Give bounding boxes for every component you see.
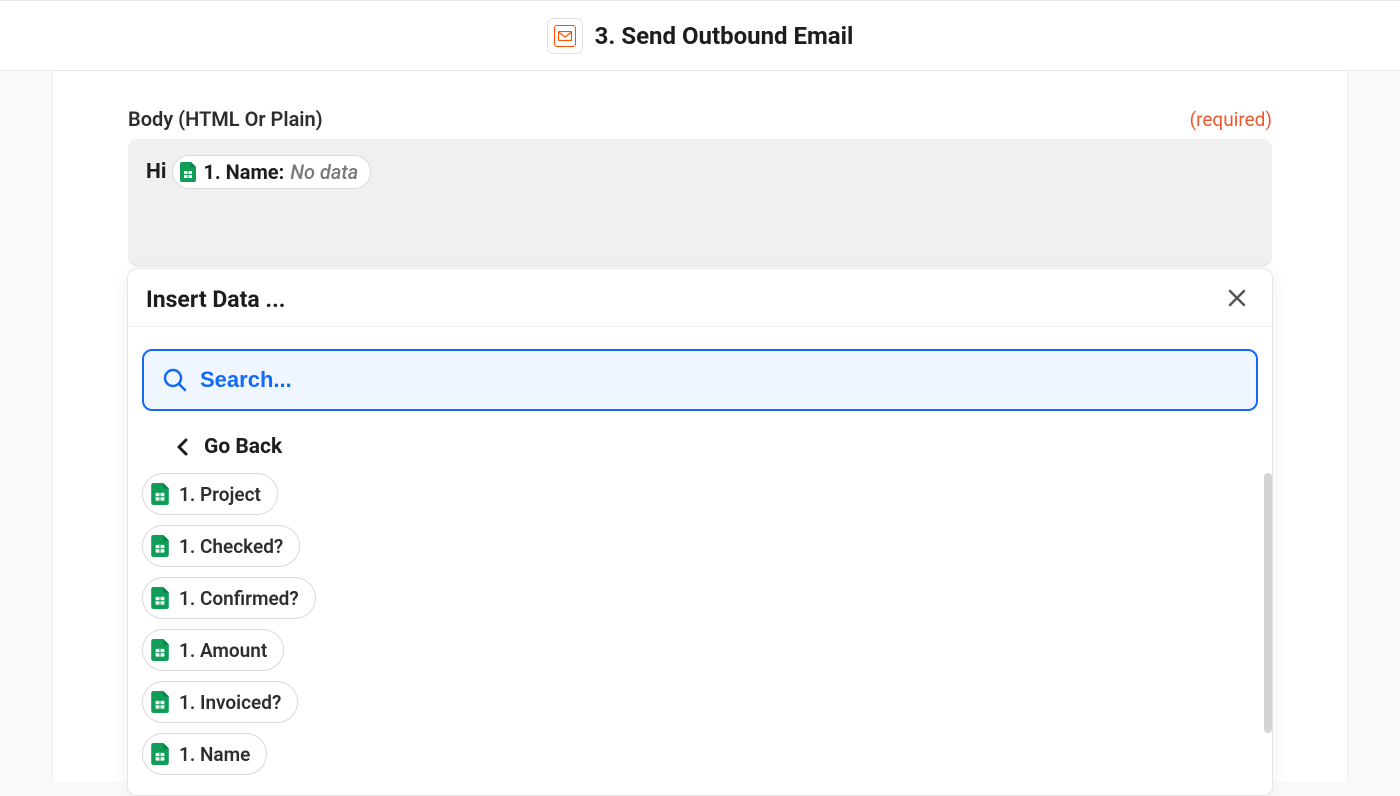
data-field-label: 1. Amount (179, 639, 267, 662)
sheets-icon (151, 743, 169, 765)
sheets-icon (151, 535, 169, 557)
field-header: Body (HTML Or Plain) (required) (128, 107, 1272, 131)
sheets-icon (151, 587, 169, 609)
go-back-button[interactable]: Go Back (128, 429, 1272, 473)
step-header: 3. Send Outbound Email (0, 0, 1400, 71)
data-field-item[interactable]: 1. Invoiced? (142, 681, 298, 723)
step-title: 3. Send Outbound Email (595, 22, 854, 50)
required-badge: (required) (1190, 108, 1272, 131)
data-field-item[interactable]: 1. Confirmed? (142, 577, 316, 619)
data-field-label: 1. Checked? (179, 535, 283, 558)
sheets-icon (179, 161, 197, 183)
search-input[interactable] (200, 367, 1238, 393)
data-field-item[interactable]: 1. Checked? (142, 525, 300, 567)
main-panel: Body (HTML Or Plain) (required) Hi (52, 71, 1348, 782)
data-field-label: 1. Confirmed? (179, 587, 299, 610)
popover-title: Insert Data ... (146, 286, 285, 313)
close-icon (1226, 287, 1248, 309)
data-field-list: 1. Project 1. Checked? 1. Confirmed? 1. Amo… (128, 473, 1272, 795)
go-back-label: Go Back (204, 435, 282, 459)
body-text-prefix: Hi (146, 160, 166, 184)
body-editor[interactable]: Hi 1. Name: No data (128, 139, 1272, 267)
data-field-label: 1. Name (179, 743, 250, 766)
email-app-icon (547, 18, 583, 54)
sheets-icon (151, 639, 169, 661)
data-field-label: 1. Invoiced? (179, 691, 281, 714)
data-pill-name[interactable]: 1. Name: No data (172, 155, 371, 189)
sheets-icon (151, 691, 169, 713)
sheets-icon (151, 483, 169, 505)
data-field-label: 1. Project (179, 483, 261, 506)
search-icon (162, 367, 188, 393)
body-field-label: Body (HTML Or Plain) (128, 107, 323, 131)
close-button[interactable] (1222, 283, 1252, 316)
scrollbar-thumb[interactable] (1264, 473, 1272, 733)
data-field-item[interactable]: 1. Amount (142, 629, 284, 671)
data-field-item[interactable]: 1. Name (142, 733, 267, 775)
insert-data-popover: Insert Data ... (127, 268, 1273, 796)
search-box[interactable] (142, 349, 1258, 411)
chevron-left-icon (176, 437, 190, 457)
data-field-item[interactable]: 1. Project (142, 473, 278, 515)
pill-label: 1. Name: (203, 160, 284, 184)
pill-value: No data (290, 160, 358, 184)
